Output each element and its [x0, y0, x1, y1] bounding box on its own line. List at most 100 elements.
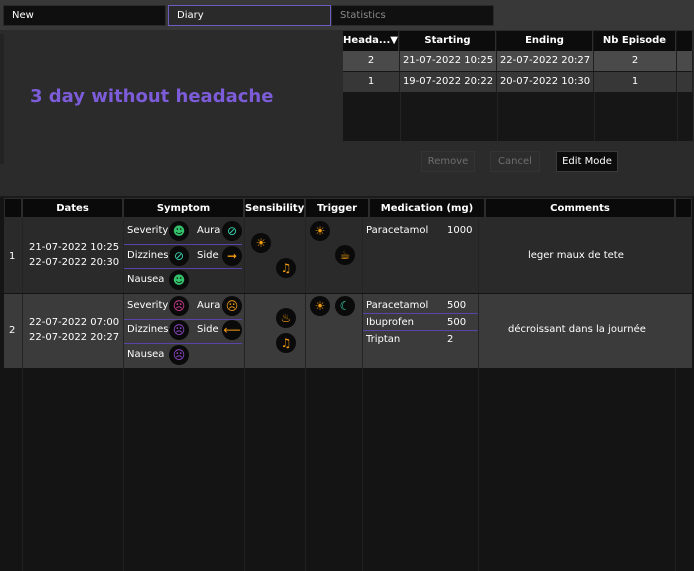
- episode-row-count[interactable]: 1: [594, 72, 677, 92]
- column-divider: [362, 218, 363, 293]
- header-symptom[interactable]: Symptom: [123, 198, 244, 218]
- left-strip: [0, 34, 4, 164]
- neutral-face-icon: ☹: [222, 296, 242, 316]
- header-trigger[interactable]: Trigger: [305, 198, 369, 218]
- remove-button[interactable]: Remove: [421, 151, 475, 172]
- column-divider: [497, 92, 498, 141]
- aura-label: Aura: [197, 225, 221, 236]
- column-divider: [123, 294, 124, 368]
- start-date: 22-07-2022 07:00: [29, 317, 120, 328]
- symptom-divider: [123, 244, 242, 245]
- medication-name: Triptan: [366, 334, 401, 345]
- tab-new[interactable]: New: [3, 5, 166, 26]
- header-nb-episode[interactable]: Nb Episode: [594, 31, 676, 51]
- dizziness-label: Dizziness: [127, 324, 174, 335]
- smile-face-icon: ☻: [169, 221, 189, 241]
- column-divider: [22, 218, 23, 293]
- column-divider: [244, 218, 245, 293]
- header-medication[interactable]: Medication (mg): [369, 198, 485, 218]
- medication-name: Ibuprofen: [366, 317, 415, 328]
- side-label: Side: [197, 324, 219, 335]
- end-date: 22-07-2022 20:30: [29, 257, 120, 268]
- medication-divider: [362, 330, 478, 331]
- column-divider: [677, 92, 678, 141]
- column-divider: [478, 294, 479, 368]
- comment-text: décroissant dans la journée: [508, 324, 646, 335]
- episode-row-id[interactable]: 2: [343, 51, 400, 71]
- episode-row-end[interactable]: 22-07-2022 20:27: [497, 51, 594, 71]
- column-divider: [244, 368, 245, 571]
- header-filler: [675, 198, 692, 218]
- arrow-left-icon: ⟵: [222, 320, 242, 340]
- episode-row-end[interactable]: 20-07-2022 10:30: [497, 72, 594, 92]
- header-starting[interactable]: Starting: [400, 31, 496, 51]
- none-icon: ⊘: [169, 246, 189, 266]
- column-divider: [305, 294, 306, 368]
- headache-free-counter: 3 day without headache: [30, 86, 274, 107]
- column-divider: [305, 218, 306, 293]
- nausea-label: Nausea: [127, 349, 165, 360]
- column-divider: [305, 368, 306, 571]
- column-divider: [362, 368, 363, 571]
- row-filler: [677, 51, 693, 71]
- comment-text: leger maux de tete: [528, 250, 624, 261]
- header-comments[interactable]: Comments: [485, 198, 675, 218]
- diary-table: Dates Symptom Sensibility Trigger Medica…: [0, 198, 694, 571]
- column-divider: [362, 294, 363, 368]
- side-label: Side: [197, 250, 219, 261]
- tab-bar: New Diary Statistics: [0, 0, 694, 30]
- edit-mode-button[interactable]: Edit Mode: [556, 151, 618, 172]
- header-filler: [677, 31, 693, 51]
- arrow-right-icon: ➞: [222, 246, 242, 266]
- header-ending[interactable]: Ending: [497, 31, 593, 51]
- aura-label: Aura: [197, 300, 221, 311]
- severity-label: Severity: [127, 225, 169, 236]
- row-number: 2: [9, 325, 16, 336]
- column-divider: [478, 368, 479, 571]
- smile-face-icon: ☻: [169, 270, 189, 290]
- start-date: 21-07-2022 10:25: [29, 242, 120, 253]
- episode-row-id[interactable]: 1: [343, 72, 400, 92]
- dizziness-label: Dizziness: [127, 250, 174, 261]
- nausea-label: Nausea: [127, 274, 165, 285]
- column-divider: [400, 92, 401, 141]
- header-dates[interactable]: Dates: [22, 198, 123, 218]
- episode-row-count[interactable]: 2: [594, 51, 677, 71]
- sound-icon: ♫: [276, 333, 296, 353]
- light-bulb-icon: ☀: [310, 221, 330, 241]
- medication-name: Paracetamol: [366, 225, 429, 236]
- symptom-divider: [123, 343, 242, 344]
- header-headache[interactable]: Heada...▼: [343, 31, 399, 51]
- column-divider: [478, 218, 479, 293]
- medication-divider: [362, 313, 478, 314]
- table-row[interactable]: 2 22-07-2022 07:00 22-07-2022 20:27 Seve…: [4, 294, 692, 368]
- severity-label: Severity: [127, 300, 169, 311]
- header-sensibility[interactable]: Sensibility: [244, 198, 305, 218]
- light-bulb-icon: ☀: [310, 296, 330, 316]
- tab-statistics[interactable]: Statistics: [331, 5, 494, 26]
- header-index: [4, 198, 22, 218]
- smell-icon: ♨: [276, 308, 296, 328]
- episodes-table: Heada...▼ Starting Ending Nb Episode 2 2…: [343, 31, 693, 141]
- medication-dose: 500: [447, 300, 467, 311]
- column-divider: [594, 92, 595, 141]
- cancel-button[interactable]: Cancel: [490, 151, 540, 172]
- tab-diary[interactable]: Diary: [168, 5, 331, 26]
- dizzy-face-icon: ☹: [169, 320, 189, 340]
- column-divider: [244, 294, 245, 368]
- medication-dose: 1000: [447, 225, 473, 236]
- column-divider: [22, 294, 23, 368]
- column-divider: [22, 368, 23, 571]
- row-number: 1: [9, 251, 16, 262]
- column-divider: [123, 218, 124, 293]
- episode-row-start[interactable]: 21-07-2022 10:25: [400, 51, 497, 71]
- table-row[interactable]: 1 21-07-2022 10:25 22-07-2022 20:30 Seve…: [4, 218, 692, 293]
- row-filler: [677, 72, 693, 92]
- angry-face-icon: ☹: [169, 296, 189, 316]
- column-divider: [675, 368, 676, 571]
- episode-row-start[interactable]: 19-07-2022 20:22: [400, 72, 497, 92]
- coffee-icon: ☕: [335, 245, 355, 265]
- none-icon: ⊘: [222, 221, 242, 241]
- light-bulb-icon: ☀: [251, 233, 271, 253]
- sound-icon: ♫: [276, 258, 296, 278]
